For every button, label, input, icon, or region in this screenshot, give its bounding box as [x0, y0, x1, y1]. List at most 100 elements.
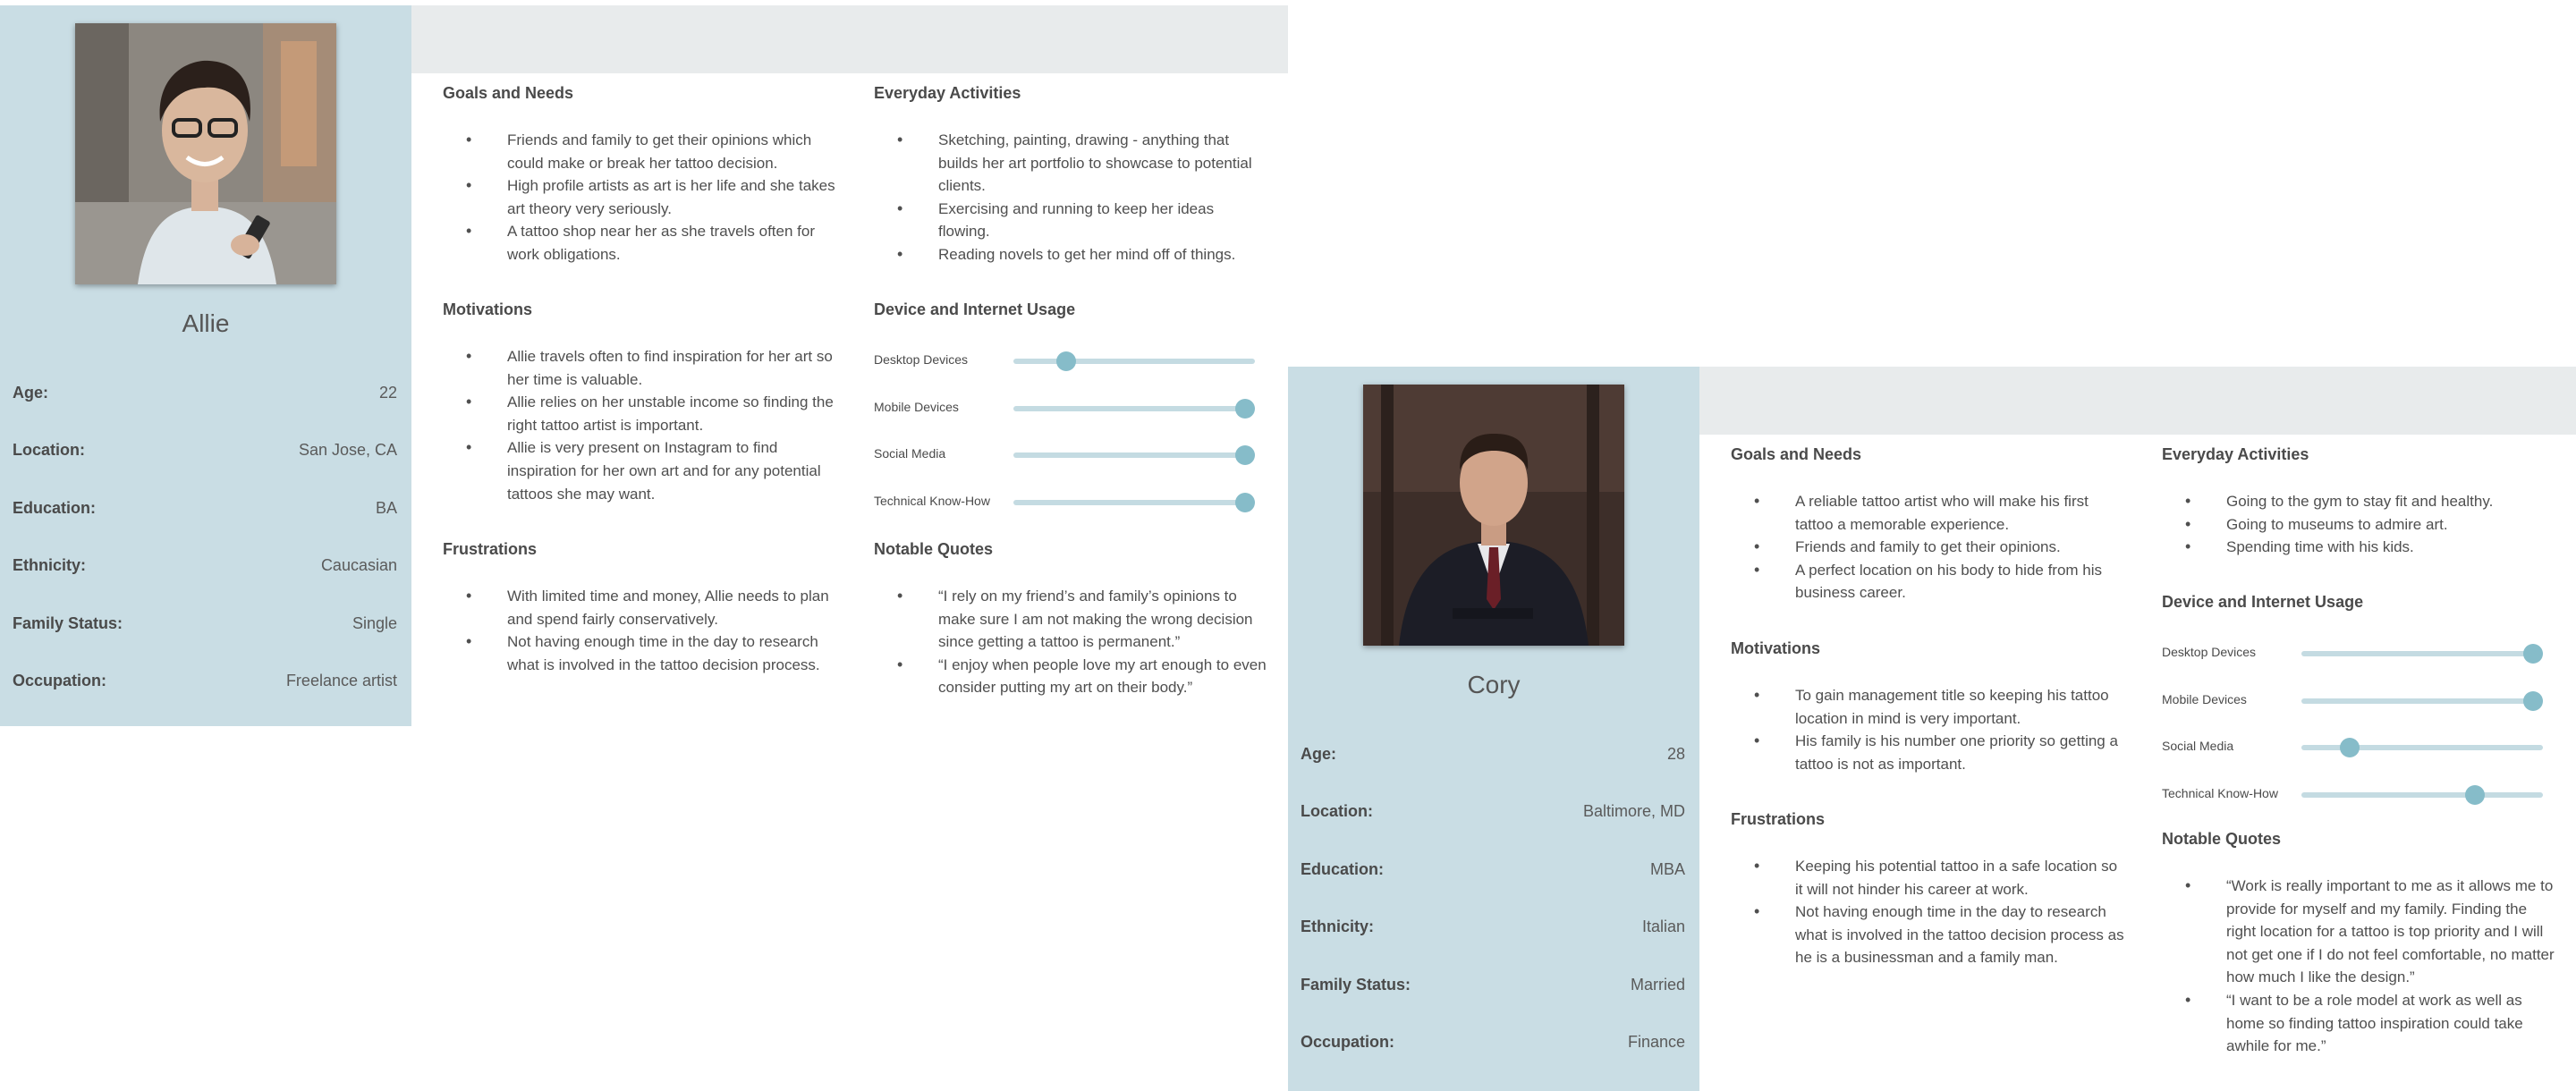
fact-occupation: Occupation: Finance — [1301, 1028, 1685, 1055]
persona-sidebar: Allie Age: 22 Location: San Jose, CA Edu… — [0, 5, 411, 726]
usage-slider-desktop: Desktop Devices — [874, 345, 1255, 393]
list-item: Going to museums to admire art. — [2162, 513, 2555, 537]
content-column-left: Goals and Needs Friends and family to ge… — [443, 84, 836, 266]
list-item: His family is his number one priority so… — [1731, 730, 2124, 775]
motivations-list: Allie travels often to find inspiration … — [443, 345, 836, 505]
fact-label: Location: — [13, 440, 85, 459]
activities-list: Sketching, painting, drawing - anything … — [874, 129, 1267, 266]
slider-knob — [1235, 492, 1256, 512]
section-title: Everyday Activities — [874, 84, 1021, 102]
goals-list: Friends and family to get their opinions… — [443, 129, 836, 266]
fact-value: Married — [1630, 975, 1685, 994]
fact-age: Age: 22 — [13, 379, 397, 406]
list-item: High profile artists as art is her life … — [443, 174, 836, 220]
quotes-list: “Work is really important to me as it al… — [2162, 875, 2555, 1058]
slider-label: Social Media — [2162, 739, 2234, 753]
quotes-list: “I rely on my friend’s and family’s opin… — [874, 585, 1267, 699]
fact-location: Location: San Jose, CA — [13, 436, 397, 463]
slider-label: Technical Know-How — [874, 493, 990, 508]
usage-slider-desktop: Desktop Devices — [2162, 638, 2544, 685]
list-item: A perfect location on his body to hide f… — [1731, 559, 2124, 605]
fact-label: Education: — [1301, 859, 1384, 878]
section-title: Device and Internet Usage — [874, 300, 1076, 318]
section-title: Motivations — [443, 300, 533, 318]
activities-list: Going to the gym to stay fit and healthy… — [2162, 490, 2555, 559]
usage-slider-social: Social Media — [2162, 732, 2543, 779]
section-title: Everyday Activities — [2162, 445, 2309, 463]
fact-education: Education: BA — [13, 495, 397, 521]
fact-label: Age: — [13, 383, 48, 402]
usage-slider-mobile: Mobile Devices — [2162, 685, 2544, 732]
usage-slider-technical: Technical Know-How — [874, 486, 1256, 534]
slider-knob — [1235, 445, 1256, 465]
slider-track — [2301, 690, 2544, 711]
section-title: Notable Quotes — [874, 540, 994, 558]
device-usage-section: Device and Internet Usage Desktop Device… — [874, 300, 1256, 534]
slider-label: Technical Know-How — [2162, 785, 2278, 800]
slider-track — [1013, 492, 1256, 512]
slider-track — [2301, 738, 2543, 757]
frustrations-section: Frustrations Keeping his potential tatto… — [1731, 810, 2124, 969]
slider-label: Desktop Devices — [2162, 645, 2257, 659]
fact-location: Location: Baltimore, MD — [1301, 798, 1685, 825]
list-item: Allie travels often to find inspiration … — [443, 345, 836, 391]
persona-photo — [75, 23, 336, 284]
list-item: With limited time and money, Allie needs… — [443, 585, 836, 630]
slider-track — [2301, 784, 2543, 805]
persona-name: Allie — [182, 309, 230, 337]
slider-label: Social Media — [874, 446, 946, 461]
header-band — [411, 5, 1288, 73]
fact-value: Finance — [1627, 1032, 1685, 1051]
slider-label: Desktop Devices — [874, 352, 969, 367]
list-item: A tattoo shop near her as she travels of… — [443, 220, 836, 266]
fact-label: Occupation: — [1301, 1032, 1395, 1051]
slider-label: Mobile Devices — [874, 399, 959, 414]
fact-family-status: Family Status: Single — [13, 610, 397, 637]
section-title: Frustrations — [443, 540, 538, 558]
section-title: Notable Quotes — [2162, 830, 2282, 848]
goals-section: Goals and Needs A reliable tattoo artist… — [1731, 445, 2124, 605]
frustrations-list: Keeping his potential tattoo in a safe l… — [1731, 855, 2124, 969]
goals-list: A reliable tattoo artist who will make h… — [1731, 490, 2124, 605]
list-item: Exercising and running to keep her ideas… — [874, 198, 1267, 243]
slider-knob — [1235, 398, 1256, 419]
activities-section: Everyday Activities Sketching, painting,… — [874, 84, 1267, 266]
list-item: Spending time with his kids. — [2162, 536, 2555, 559]
list-item: To gain management title so keeping his … — [1731, 684, 2124, 730]
fact-value: Freelance artist — [285, 671, 397, 689]
slider-knob — [1056, 351, 1077, 371]
slider-knob — [2340, 738, 2360, 757]
list-item: Not having enough time in the day to res… — [1731, 901, 2124, 969]
list-item: Reading novels to get her mind off of th… — [874, 243, 1267, 266]
list-item: A reliable tattoo artist who will make h… — [1731, 490, 2124, 536]
header-band — [1699, 367, 2576, 435]
quotes-section: Notable Quotes “I rely on my friend’s an… — [874, 540, 1267, 699]
slider-knob — [2523, 644, 2544, 664]
quote-item: “I enjoy when people love my art enough … — [874, 654, 1267, 699]
fact-label: Age: — [1301, 744, 1336, 763]
slider-track — [1013, 351, 1255, 371]
list-item: Allie relies on her unstable income so f… — [443, 391, 836, 436]
fact-value: San Jose, CA — [298, 440, 397, 459]
fact-value: Caucasian — [320, 555, 397, 574]
list-item: Friends and family to get their opinions… — [1731, 536, 2124, 559]
section-title: Device and Internet Usage — [2162, 593, 2364, 611]
fact-value: 22 — [378, 383, 397, 402]
fact-age: Age: 28 — [1301, 740, 1685, 767]
list-item: Not having enough time in the day to res… — [443, 630, 836, 676]
persona-sidebar: Cory Age: 28 Location: Baltimore, MD Edu… — [1288, 367, 1699, 1091]
fact-label: Location: — [1301, 801, 1373, 820]
fact-family-status: Family Status: Married — [1301, 971, 1685, 998]
fact-ethnicity: Ethnicity: Italian — [1301, 913, 1685, 940]
slider-track — [1013, 445, 1256, 465]
fact-value: Italian — [1641, 917, 1685, 935]
device-usage-section: Device and Internet Usage Desktop Device… — [2162, 593, 2544, 825]
activities-section: Everyday Activities Going to the gym to … — [2162, 445, 2555, 559]
section-title: Goals and Needs — [443, 84, 574, 102]
fact-label: Family Status: — [13, 613, 123, 632]
fact-education: Education: MBA — [1301, 856, 1685, 883]
quotes-section: Notable Quotes “Work is really important… — [2162, 830, 2555, 1058]
frustrations-list: With limited time and money, Allie needs… — [443, 585, 836, 676]
section-title: Goals and Needs — [1731, 445, 1862, 463]
fact-label: Occupation: — [13, 671, 107, 689]
